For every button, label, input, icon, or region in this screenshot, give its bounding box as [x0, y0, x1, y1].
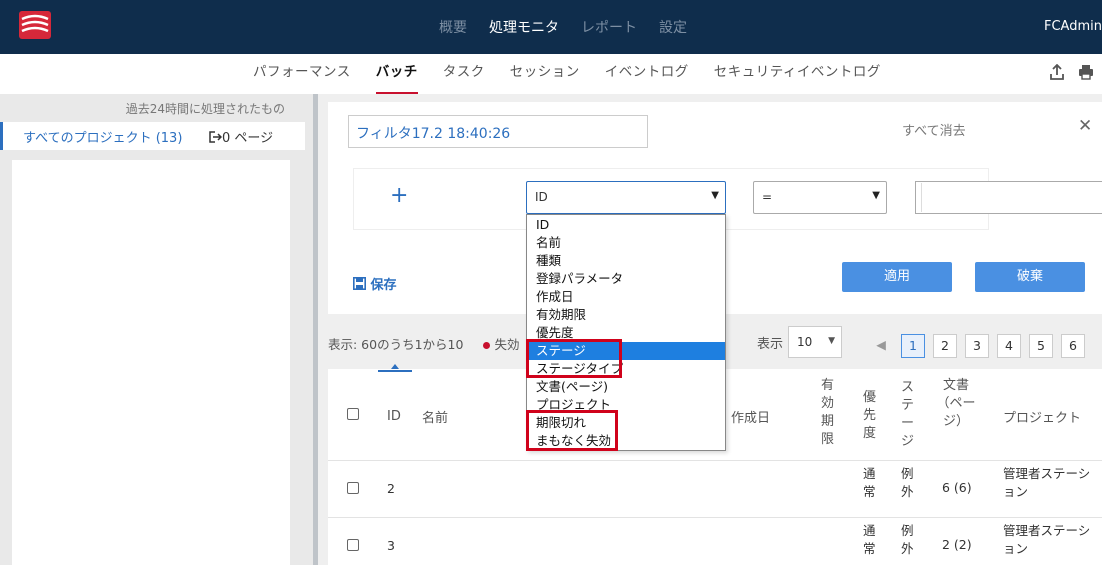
cell-priority: 通常 [863, 466, 876, 499]
chevron-down-icon: ▼ [711, 190, 719, 201]
top-nav: 概要 処理モニタ レポート 設定 [439, 0, 687, 54]
chevron-down-icon: ▼ [872, 190, 880, 201]
option-id[interactable]: ID [527, 216, 725, 234]
highlight-box [526, 410, 618, 451]
cell-stage: 例外 [901, 466, 914, 499]
nav-settings[interactable]: 設定 [659, 17, 687, 37]
col-project[interactable]: プロジェクト [1003, 407, 1081, 426]
top-bar: 概要 処理モニタ レポート 設定 FCAdmin [0, 0, 1102, 54]
nav-reports[interactable]: レポート [581, 17, 637, 37]
cell-id: 2 [387, 481, 395, 496]
page-button[interactable]: 2 [933, 334, 957, 358]
cell-project: 管理者ステーション [1003, 466, 1091, 499]
print-icon[interactable] [1078, 64, 1094, 80]
option-type[interactable]: 種類 [527, 252, 725, 270]
project-panel: 過去24時間に処理されたもの すべてのプロジェクト (13) 0 ページ [0, 94, 313, 565]
page-button[interactable]: 1 [901, 334, 925, 358]
export-icon[interactable] [1050, 64, 1064, 80]
pages-count: 0 ページ [209, 127, 273, 146]
nav-overview[interactable]: 概要 [439, 17, 467, 37]
col-created[interactable]: 作成日 [731, 407, 770, 426]
tab-tasks[interactable]: タスク [443, 54, 485, 94]
cell-id: 3 [387, 538, 395, 553]
tab-performance[interactable]: パフォーマンス [253, 54, 351, 94]
prev-page-icon[interactable]: ◀ [869, 334, 893, 358]
sub-nav: パフォーマンス バッチ タスク セッション イベントログ セキュリティイベントロ… [0, 54, 1102, 94]
summary-text: 表示: 60のうち1から10 [328, 337, 464, 352]
pages-count-label: 0 ページ [222, 131, 274, 146]
filter-name-input[interactable]: フィルタ17.2 18:40:26 [348, 115, 648, 148]
save-button[interactable]: 保存 [353, 274, 397, 293]
pagination: ◀ 1 2 3 4 5 6 [869, 334, 1085, 358]
row-checkbox[interactable] [347, 539, 359, 551]
operator-select-value: = [762, 190, 773, 204]
col-name[interactable]: 名前 [422, 407, 448, 426]
sort-asc-icon[interactable] [378, 364, 412, 372]
row-checkbox[interactable] [347, 482, 359, 494]
page-size-label: 表示 [757, 337, 784, 352]
listing-summary: 表示: 60のうち1から10 失効 [328, 334, 519, 353]
option-documents[interactable]: 文書(ページ) [527, 378, 725, 396]
col-id[interactable]: ID [387, 409, 401, 424]
save-label: 保存 [370, 278, 397, 293]
field-select[interactable]: ID ▼ [526, 181, 726, 214]
nav-processing-monitor[interactable]: 処理モニタ [489, 17, 559, 37]
page-button[interactable]: 5 [1029, 334, 1053, 358]
field-select-value: ID [535, 190, 548, 204]
export-pages-icon [209, 131, 223, 143]
time-range-caption: 過去24時間に処理されたもの [125, 102, 285, 116]
user-menu[interactable]: FCAdmin [1044, 0, 1102, 54]
clear-all-link[interactable]: すべて消去 [902, 120, 966, 139]
add-rule-icon[interactable]: + [390, 183, 408, 208]
col-expires[interactable]: 有効期限 [821, 377, 835, 449]
option-registration-params[interactable]: 登録パラメータ [527, 270, 725, 288]
expired-dot-icon [483, 342, 491, 349]
all-projects-link[interactable]: すべてのプロジェクト (13) [23, 127, 182, 146]
operator-select[interactable]: = ▼ [753, 181, 887, 214]
page-button[interactable]: 3 [965, 334, 989, 358]
col-priority[interactable]: 優先度 [863, 389, 877, 443]
select-all-checkbox[interactable] [347, 408, 359, 420]
close-icon[interactable]: ✕ [1078, 116, 1092, 136]
cell-stage: 例外 [901, 523, 914, 556]
tab-sessions[interactable]: セッション [510, 54, 580, 94]
page-size-value: 10 [797, 335, 813, 349]
option-created[interactable]: 作成日 [527, 288, 725, 306]
app-logo-icon[interactable] [19, 11, 51, 39]
filter-value-input[interactable] [915, 181, 1102, 214]
save-icon [353, 277, 366, 290]
highlight-box [526, 339, 622, 378]
cell-docs: 6 (6) [942, 480, 972, 495]
cell-priority: 通常 [863, 523, 876, 556]
project-list [12, 160, 290, 565]
col-docs[interactable]: 文書（ページ） [936, 377, 976, 431]
option-name[interactable]: 名前 [527, 234, 725, 252]
page-button[interactable]: 6 [1061, 334, 1085, 358]
all-projects-row[interactable]: すべてのプロジェクト (13) 0 ページ [0, 122, 305, 150]
option-expiry[interactable]: 有効期限 [527, 306, 725, 324]
tab-batches[interactable]: バッチ [375, 54, 418, 94]
tab-security-event-log[interactable]: セキュリティイベントログ [714, 54, 881, 94]
apply-button[interactable]: 適用 [842, 262, 952, 292]
expired-label: 失効 [494, 337, 520, 352]
tab-event-log[interactable]: イベントログ [605, 54, 689, 94]
col-stage[interactable]: ステージ [901, 379, 915, 451]
cell-docs: 2 (2) [942, 537, 972, 552]
cell-project: 管理者ステーション [1003, 523, 1091, 556]
chevron-down-icon: ▼ [828, 336, 835, 346]
discard-button[interactable]: 破棄 [975, 262, 1085, 292]
page-size-select[interactable]: 10 ▼ [788, 326, 842, 358]
page-button[interactable]: 4 [997, 334, 1021, 358]
